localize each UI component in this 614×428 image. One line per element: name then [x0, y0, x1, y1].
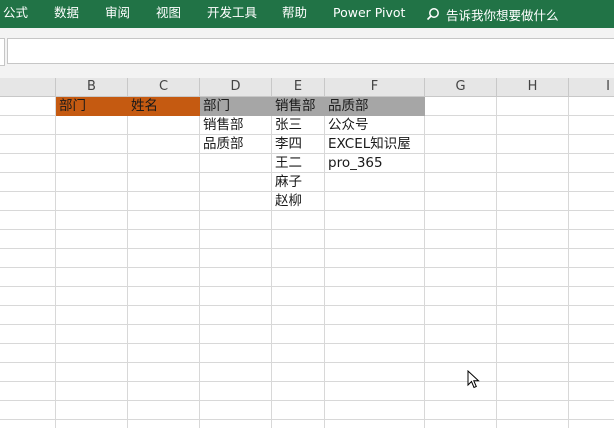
cell-e6[interactable]: 赵柳 — [272, 192, 325, 211]
tab-formulas[interactable]: 公式 — [3, 0, 28, 28]
mouse-cursor-icon — [467, 370, 480, 389]
cell-d3[interactable]: 品质部 — [200, 135, 272, 154]
column-header-f[interactable]: F — [325, 78, 425, 96]
formula-input[interactable] — [7, 38, 614, 64]
gridline — [496, 97, 497, 428]
tell-me-label: 告诉我你想要做什么 — [446, 7, 559, 23]
gridline — [0, 267, 614, 268]
cell-e3[interactable]: 李四 — [272, 135, 325, 154]
gridline — [0, 324, 614, 325]
column-header-e[interactable]: E — [272, 78, 325, 96]
row-header-corner[interactable] — [0, 78, 56, 96]
cell-f2[interactable]: 公众号 — [325, 116, 425, 135]
gridline — [0, 229, 614, 230]
formula-bar-area — [0, 28, 614, 78]
gridline — [0, 248, 614, 249]
column-headers: B C D E F G H I — [0, 78, 614, 97]
tab-power-pivot[interactable]: Power Pivot — [333, 0, 405, 28]
gridline — [0, 419, 614, 420]
tab-review[interactable]: 审阅 — [105, 0, 130, 28]
gridline — [0, 381, 614, 382]
cell-c1[interactable]: 姓名 — [128, 97, 200, 116]
gridline — [0, 400, 614, 401]
column-header-h[interactable]: H — [497, 78, 569, 96]
cell-e5[interactable]: 麻子 — [272, 173, 325, 192]
column-header-i[interactable]: I — [569, 78, 614, 96]
gridline — [0, 286, 614, 287]
column-header-b[interactable]: B — [56, 78, 128, 96]
gridline — [55, 97, 56, 428]
cell-f1[interactable]: 品质部 — [325, 97, 425, 116]
cell-f4[interactable]: pro_365 — [325, 154, 425, 173]
worksheet-grid[interactable]: 部门 姓名 部门 销售部 品质部 销售部 品质部 张三 李四 王二 麻子 赵柳 … — [0, 97, 614, 428]
tab-data[interactable]: 数据 — [54, 0, 79, 28]
tab-help[interactable]: 帮助 — [282, 0, 307, 28]
name-box[interactable] — [0, 38, 5, 66]
tell-me-search[interactable]: 告诉我你想要做什么 — [426, 0, 559, 28]
ribbon-tab-bar: 公式 数据 审阅 视图 开发工具 帮助 Power Pivot 告诉我你想要做什… — [0, 0, 614, 28]
tab-view[interactable]: 视图 — [156, 0, 181, 28]
cell-d1[interactable]: 部门 — [200, 97, 272, 116]
search-icon — [426, 8, 439, 21]
column-header-g[interactable]: G — [425, 78, 497, 96]
cell-e4[interactable]: 王二 — [272, 154, 325, 173]
column-header-d[interactable]: D — [200, 78, 272, 96]
cell-e1[interactable]: 销售部 — [272, 97, 325, 116]
cell-d2[interactable]: 销售部 — [200, 116, 272, 135]
cell-e2[interactable]: 张三 — [272, 116, 325, 135]
column-header-c[interactable]: C — [128, 78, 200, 96]
tab-developer[interactable]: 开发工具 — [207, 0, 257, 28]
gridline — [0, 343, 614, 344]
gridline — [0, 362, 614, 363]
gridline — [127, 97, 128, 428]
cell-f3[interactable]: EXCEL知识屋 — [325, 135, 425, 154]
gridline — [568, 97, 569, 428]
gridline — [0, 305, 614, 306]
cell-b1[interactable]: 部门 — [56, 97, 128, 116]
